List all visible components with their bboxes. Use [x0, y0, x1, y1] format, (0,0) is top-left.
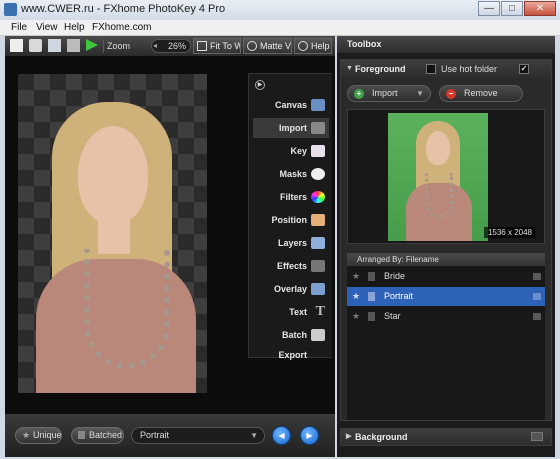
matte-icon: [247, 41, 257, 51]
section-checkbox[interactable]: ✓: [519, 64, 529, 74]
help-button[interactable]: Help: [294, 38, 332, 54]
fit-icon: [197, 41, 207, 51]
foreground-section: ▼ Foreground Use hot folder ✓ + Import ▼…: [340, 59, 552, 421]
preview-necklace: [425, 173, 453, 218]
help-icon: [298, 41, 308, 51]
file-icon: [368, 312, 375, 321]
toolbar: Zoom 26% ◂ Fit To Win Matte Vie Help: [5, 36, 335, 56]
unique-button[interactable]: ★ Unique: [15, 427, 62, 444]
chevron-down-icon[interactable]: ▼: [416, 86, 424, 101]
foreground-preview: 1536 x 2048: [347, 109, 545, 244]
tool-menu: ▶ Canvas Import Key Masks Filters Positi…: [248, 73, 332, 360]
toolbox-header: Toolbox: [337, 36, 555, 53]
print-icon[interactable]: [67, 39, 80, 52]
layers-icon: [311, 237, 325, 249]
tool-position[interactable]: Position: [253, 210, 329, 230]
tool-batch-export[interactable]: Batch Export: [253, 325, 329, 360]
preview-face: [426, 131, 450, 165]
tool-layers[interactable]: Layers: [253, 233, 329, 253]
list-item[interactable]: ★ Portrait: [347, 287, 545, 306]
star-icon[interactable]: ★: [352, 267, 360, 286]
tool-text[interactable]: Text T: [253, 302, 329, 322]
file-icon: [368, 272, 375, 281]
section-toggle[interactable]: [531, 432, 543, 441]
file-icon: [368, 292, 375, 301]
tool-import[interactable]: Import: [253, 118, 329, 138]
image-dimensions: 1536 x 2048: [483, 227, 536, 238]
star-icon[interactable]: ★: [352, 307, 360, 326]
tool-masks[interactable]: Masks: [253, 164, 329, 184]
position-icon: [311, 214, 325, 226]
preview-image: [388, 113, 488, 241]
star-icon: ★: [22, 430, 31, 440]
canvas-panel: ▶ Canvas Import Key Masks Filters Positi…: [5, 56, 335, 414]
chevron-down-icon: ▼: [250, 431, 258, 440]
open-folder-icon[interactable]: [29, 39, 42, 52]
arrow-right-icon[interactable]: [533, 293, 541, 300]
batched-button[interactable]: Batched: [71, 427, 124, 444]
subject-face: [78, 126, 148, 224]
close-button[interactable]: ✕: [524, 1, 556, 16]
text-icon: T: [315, 304, 325, 319]
app-icon: [4, 3, 17, 16]
plus-icon: +: [354, 89, 364, 99]
minus-icon: −: [446, 89, 456, 99]
window-title: www.CWER.ru - FXhome PhotoKey 4 Pro: [21, 3, 226, 15]
export-arrow-icon[interactable]: [86, 39, 98, 51]
camera-icon: [311, 122, 325, 134]
matte-view-button[interactable]: Matte Vie: [243, 38, 292, 54]
zoom-dropdown-icon[interactable]: ◂: [153, 41, 157, 50]
color-wheel-icon: [311, 191, 325, 203]
tool-filters[interactable]: Filters: [253, 187, 329, 207]
zoom-label: Zoom: [107, 41, 131, 51]
canvas-icon: [311, 99, 325, 111]
next-button[interactable]: ▶: [300, 426, 319, 445]
maximize-button[interactable]: □: [501, 1, 523, 16]
hot-folder-label: Use hot folder: [441, 64, 498, 74]
tool-overlay[interactable]: Overlay: [253, 279, 329, 299]
import-button[interactable]: + Import ▼: [347, 85, 431, 102]
subject-neck: [98, 214, 130, 254]
image-select[interactable]: Portrait ▼: [131, 427, 265, 444]
mask-icon: [311, 168, 325, 180]
eraser-icon: [311, 145, 325, 157]
list-item[interactable]: ★ Star: [347, 307, 545, 326]
toolbar-separator: [103, 39, 104, 53]
arrow-right-icon[interactable]: [533, 273, 541, 280]
new-file-icon[interactable]: [10, 39, 23, 52]
menu-help[interactable]: Help: [64, 22, 85, 33]
toolbox-panel: Toolbox ▼ Foreground Use hot folder ✓ + …: [337, 36, 555, 457]
export-icon: [311, 329, 325, 341]
canvas-preview[interactable]: [18, 74, 207, 393]
minimize-button[interactable]: —: [478, 1, 500, 16]
star-icon[interactable]: ★: [352, 287, 360, 306]
subject-necklace: [84, 249, 170, 369]
title-bar: www.CWER.ru - FXhome PhotoKey 4 Pro — □ …: [0, 0, 560, 20]
menu-bar: File View Help FXhome.com: [0, 20, 560, 36]
fit-to-window-button[interactable]: Fit To Win: [193, 38, 241, 54]
tool-canvas[interactable]: Canvas: [253, 95, 329, 115]
save-icon[interactable]: [48, 39, 61, 52]
expand-icon: ▼: [346, 65, 353, 72]
overlay-icon: [311, 283, 325, 295]
menu-fxhome[interactable]: FXhome.com: [92, 22, 151, 33]
collapse-icon[interactable]: ▶: [255, 80, 265, 90]
previous-button[interactable]: ◀: [272, 426, 291, 445]
menu-file[interactable]: File: [11, 22, 27, 33]
tool-key[interactable]: Key: [253, 141, 329, 161]
foreground-header[interactable]: ▼ Foreground Use hot folder ✓: [341, 60, 551, 78]
wand-icon: [311, 260, 325, 272]
menu-view[interactable]: View: [36, 22, 58, 33]
hot-folder-checkbox[interactable]: [426, 64, 436, 74]
tool-effects[interactable]: Effects: [253, 256, 329, 276]
collapse-icon: ▶: [346, 433, 352, 440]
list-sort-header[interactable]: Arranged By: Filename: [347, 253, 545, 266]
arrow-right-icon[interactable]: [533, 313, 541, 320]
remove-button[interactable]: − Remove: [439, 85, 523, 102]
list-item[interactable]: ★ Bride: [347, 267, 545, 286]
background-header[interactable]: ▶ Background: [340, 428, 552, 446]
bottom-bar: ★ Unique Batched Portrait ▼ ◀ ▶: [5, 414, 335, 457]
foreground-list: ★ Bride ★ Portrait ★ Star: [347, 266, 545, 420]
batch-icon: [78, 431, 85, 439]
